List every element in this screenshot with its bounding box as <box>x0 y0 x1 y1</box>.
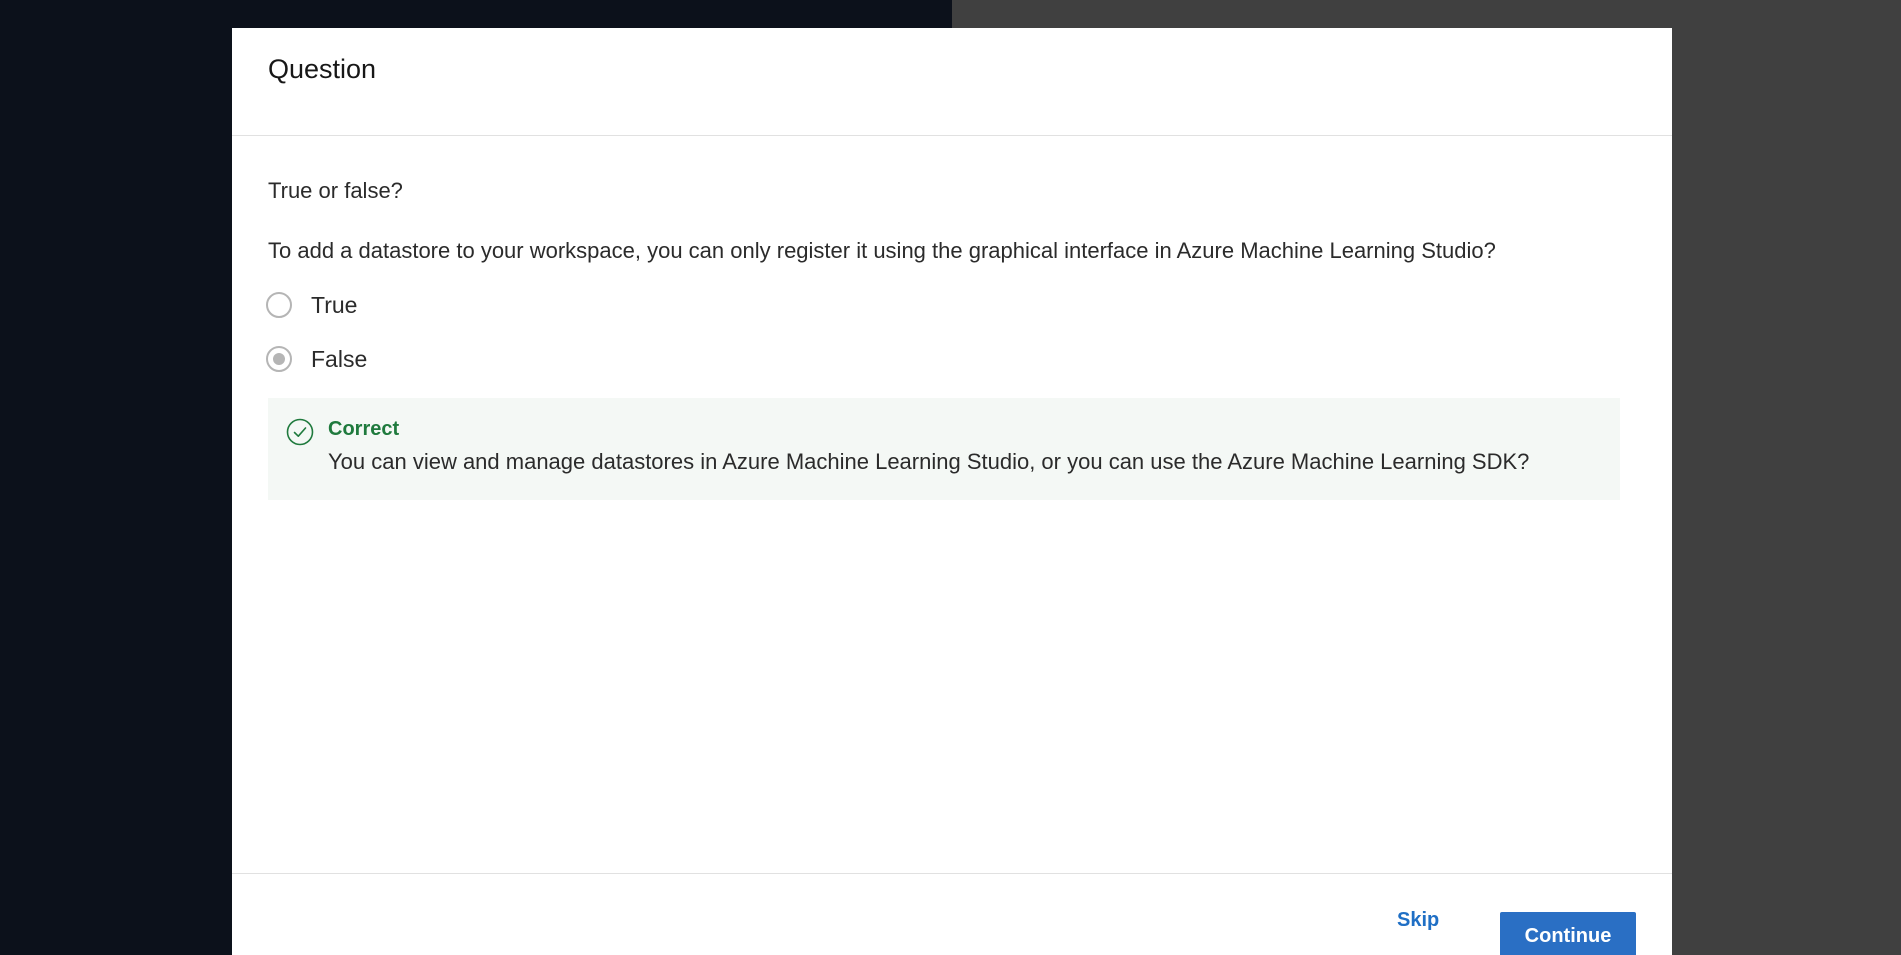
skip-button[interactable]: Skip <box>1397 909 1439 932</box>
continue-button[interactable]: Continue <box>1500 912 1636 955</box>
question-text: To add a datastore to your workspace, yo… <box>268 238 1496 263</box>
option-false-label[interactable]: False <box>311 346 367 373</box>
radio-true[interactable] <box>266 292 292 318</box>
dialog-footer: Skip Continue <box>232 874 1672 955</box>
dialog-body: True or false? To add a datastore to you… <box>232 136 1672 874</box>
feedback-status: Correct <box>328 418 400 440</box>
feedback-explanation: You can view and manage datastores in Az… <box>328 449 1530 474</box>
option-true-label[interactable]: True <box>311 292 357 319</box>
check-circle-icon <box>286 418 314 446</box>
dialog-title: Question <box>268 53 377 84</box>
question-dialog: Question True or false? To add a datasto… <box>232 28 1672 955</box>
option-false[interactable]: False <box>266 344 1636 374</box>
answer-feedback: Correct You can view and manage datastor… <box>268 398 1620 500</box>
option-true[interactable]: True <box>266 290 1636 320</box>
radio-false[interactable] <box>266 346 292 372</box>
dialog-header: Question <box>232 28 1672 136</box>
question-type-label: True or false? <box>268 178 403 203</box>
answer-options: True False <box>266 290 1636 374</box>
